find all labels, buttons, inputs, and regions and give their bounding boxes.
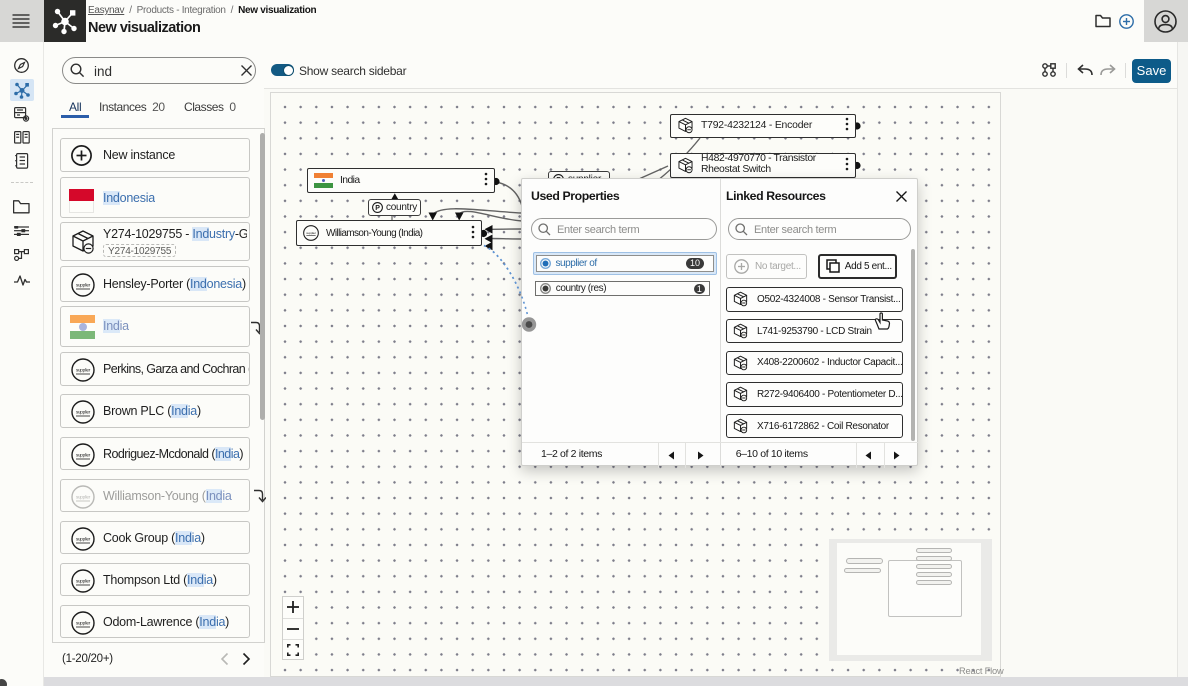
svg-text:supplier: supplier bbox=[306, 231, 316, 235]
svg-text:supplier: supplier bbox=[76, 410, 91, 415]
svg-text:P: P bbox=[375, 205, 380, 212]
svg-text:supplier: supplier bbox=[76, 368, 91, 373]
svg-text:supplier: supplier bbox=[76, 537, 91, 542]
svg-text:supplier: supplier bbox=[76, 452, 91, 457]
svg-text:supplier: supplier bbox=[76, 494, 91, 499]
svg-text:supplier: supplier bbox=[76, 621, 91, 626]
svg-text:supplier: supplier bbox=[76, 578, 91, 583]
svg-text:supplier: supplier bbox=[76, 283, 91, 288]
